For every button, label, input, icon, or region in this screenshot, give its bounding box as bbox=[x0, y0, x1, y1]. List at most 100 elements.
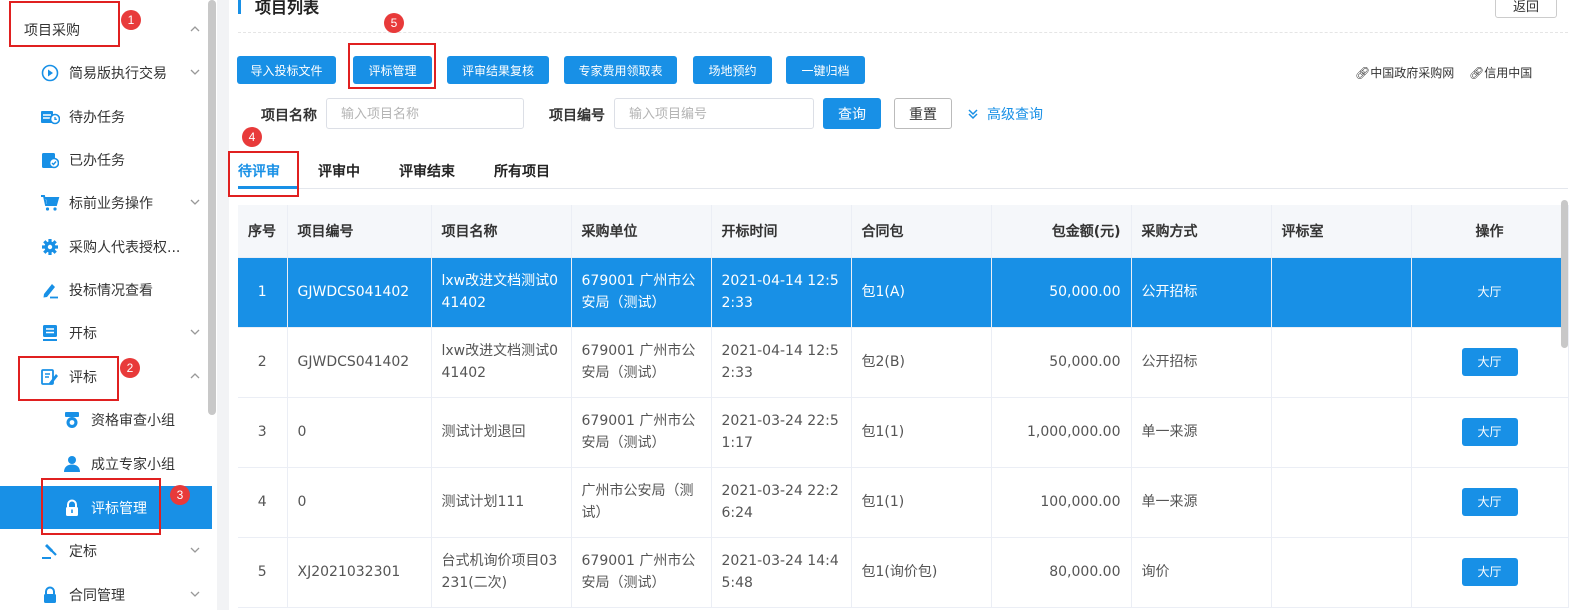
sidebar-item-label: 已办任务 bbox=[69, 152, 125, 169]
annotation-badge-1: 1 bbox=[121, 10, 141, 30]
page-title: 项目列表 bbox=[255, 0, 320, 17]
sidebar-item-pre-bid[interactable]: 标前业务操作 bbox=[0, 181, 212, 224]
table-row[interactable]: 3 0 测试计划退回 679001 广州市公安局（测试） 2021-03-24 … bbox=[238, 397, 1569, 468]
app-root: 项目采购 简易版执行交易 待办任务 已办任务 标前业务操作 采购人代表授权... bbox=[0, 0, 1588, 610]
play-circle-icon bbox=[40, 63, 60, 83]
one-click-archive-button[interactable]: 一键归档 bbox=[786, 56, 865, 84]
annotation-badge-3: 3 bbox=[170, 485, 190, 505]
cell-purchaser: 679001 广州市公安局（测试） bbox=[571, 537, 712, 608]
chevron-up-icon bbox=[190, 373, 200, 379]
sidebar-item-done[interactable]: 已办任务 bbox=[0, 138, 212, 181]
main-content: 项目列表 返回 导入投标文件 评标管理 评审结果复核 专家费用领取表 场地预约 … bbox=[229, 0, 1588, 610]
gear-icon bbox=[40, 237, 60, 257]
edit-icon bbox=[40, 280, 60, 300]
reset-button[interactable]: 重置 bbox=[894, 98, 952, 129]
cell-purchaser: 广州市公安局（测试） bbox=[571, 467, 712, 538]
cell-project-name: 测试计划111 bbox=[431, 467, 572, 538]
column-header: 开标时间 bbox=[711, 205, 852, 258]
hall-button[interactable]: 大厅 bbox=[1461, 418, 1518, 446]
hall-button[interactable]: 大厅 bbox=[1461, 488, 1518, 516]
sidebar-item-award[interactable]: 定标 bbox=[0, 529, 212, 572]
sidebar-item-evaluation[interactable]: 评标 bbox=[0, 355, 212, 398]
column-header: 采购方式 bbox=[1131, 205, 1272, 258]
sidebar-item-todo[interactable]: 待办任务 bbox=[0, 95, 212, 138]
sidebar-item-label: 定标 bbox=[69, 543, 97, 560]
cell-action: 大厅 bbox=[1411, 537, 1569, 608]
sidebar-item-qualification-group[interactable]: 资格审查小组 bbox=[0, 398, 212, 441]
table-row[interactable]: 5 XJ2021032301 台式机询价项目03231(二次) 679001 广… bbox=[238, 537, 1569, 608]
sidebar-item-label: 合同管理 bbox=[69, 587, 125, 604]
evaluate-icon bbox=[40, 367, 60, 387]
cell-room bbox=[1271, 537, 1412, 608]
tab-in-review[interactable]: 评审中 bbox=[318, 161, 360, 181]
import-bid-file-button[interactable]: 导入投标文件 bbox=[237, 56, 336, 84]
sidebar-item-purchaser-auth[interactable]: 采购人代表授权... bbox=[0, 225, 212, 268]
link-icon: 🔗︎ bbox=[1355, 66, 1371, 80]
table-scrollbar[interactable] bbox=[1561, 200, 1568, 348]
review-recheck-button[interactable]: 评审结果复核 bbox=[447, 56, 549, 84]
sidebar-item-label: 投标情况查看 bbox=[69, 282, 153, 299]
tab-pending-review[interactable]: 待评审 bbox=[238, 161, 280, 181]
cell-project-name: 台式机询价项目03231(二次) bbox=[431, 537, 572, 608]
evaluation-management-button[interactable]: 评标管理 bbox=[353, 56, 432, 84]
column-header: 项目编号 bbox=[287, 205, 432, 258]
hall-button[interactable]: 大厅 bbox=[1461, 348, 1518, 376]
project-code-input[interactable] bbox=[614, 98, 814, 129]
advanced-search-link[interactable]: 高级查询 bbox=[967, 104, 1043, 124]
hall-button[interactable]: 大厅 bbox=[1462, 278, 1518, 306]
chevron-down-icon bbox=[190, 69, 200, 75]
table-row[interactable]: 4 0 测试计划111 广州市公安局（测试） 2021-03-24 22:26:… bbox=[238, 467, 1569, 538]
venue-booking-button[interactable]: 场地预约 bbox=[693, 56, 772, 84]
cell-package: 包1(A) bbox=[851, 257, 992, 328]
lock-icon bbox=[62, 498, 82, 518]
tab-review-finished[interactable]: 评审结束 bbox=[399, 161, 455, 181]
sidebar-item-label: 评标 bbox=[69, 369, 97, 386]
tab-all-projects[interactable]: 所有项目 bbox=[494, 161, 550, 181]
project-name-input[interactable] bbox=[326, 98, 524, 129]
annotation-badge-2: 2 bbox=[120, 358, 140, 378]
expert-fee-sheet-button[interactable]: 专家费用领取表 bbox=[564, 56, 677, 84]
cell-action: 大厅 bbox=[1411, 467, 1569, 538]
gavel-icon bbox=[40, 541, 60, 561]
sidebar-item-bid-opening[interactable]: 开标 bbox=[0, 311, 212, 354]
sidebar-item-contract[interactable]: 合同管理 bbox=[0, 573, 212, 610]
cell-open-time: 2021-04-14 12:52:33 bbox=[711, 327, 852, 398]
ccgp-link[interactable]: 🔗︎中国政府采购网 bbox=[1355, 64, 1454, 81]
table-row[interactable]: 2 GJWDCS041402 lxw改进文档测试041402 679001 广州… bbox=[238, 327, 1569, 398]
sidebar-item-label: 待办任务 bbox=[69, 109, 125, 126]
ccgp-link-label: 中国政府采购网 bbox=[1370, 66, 1455, 80]
credit-china-link[interactable]: 🔗︎信用中国 bbox=[1469, 64, 1532, 81]
cell-amount: 100,000.00 bbox=[991, 467, 1132, 538]
credit-china-link-label: 信用中国 bbox=[1484, 66, 1533, 80]
table-header-row: 序号 项目编号 项目名称 采购单位 开标时间 合同包 包金额(元) 采购方式 评… bbox=[238, 205, 1569, 258]
sidebar-item-label: 成立专家小组 bbox=[91, 456, 175, 473]
sidebar-item-simple-trade[interactable]: 简易版执行交易 bbox=[0, 51, 212, 94]
sidebar-scrollbar[interactable] bbox=[208, 0, 216, 415]
back-button[interactable]: 返回 bbox=[1495, 0, 1557, 18]
cell-method: 公开招标 bbox=[1131, 327, 1272, 398]
sidebar-item-label: 项目采购 bbox=[24, 22, 80, 39]
cell-open-time: 2021-03-24 14:45:48 bbox=[711, 537, 852, 608]
cell-action: 大厅 bbox=[1411, 257, 1569, 328]
sidebar-item-label: 资格审查小组 bbox=[91, 412, 175, 429]
query-button[interactable]: 查询 bbox=[823, 98, 881, 129]
cell-index: 1 bbox=[238, 257, 288, 328]
sidebar-item-bid-status[interactable]: 投标情况查看 bbox=[0, 268, 212, 311]
cell-open-time: 2021-03-24 22:51:17 bbox=[711, 397, 852, 468]
sidebar-item-label: 采购人代表授权... bbox=[69, 239, 181, 256]
sidebar-item-label: 标前业务操作 bbox=[69, 195, 153, 212]
cell-room bbox=[1271, 467, 1412, 538]
cell-amount: 80,000.00 bbox=[991, 537, 1132, 608]
cell-project-code: XJ2021032301 bbox=[287, 537, 432, 608]
cell-index: 5 bbox=[238, 537, 288, 608]
cell-project-name: 测试计划退回 bbox=[431, 397, 572, 468]
cell-project-name: lxw改进文档测试041402 bbox=[431, 257, 572, 328]
sidebar-item-project-procurement[interactable]: 项目采购 bbox=[0, 8, 212, 51]
link-icon: 🔗︎ bbox=[1469, 66, 1485, 80]
table-row[interactable]: 1 GJWDCS041402 lxw改进文档测试041402 679001 广州… bbox=[238, 257, 1569, 328]
sidebar-item-expert-group[interactable]: 成立专家小组 bbox=[0, 442, 212, 485]
hall-button[interactable]: 大厅 bbox=[1461, 558, 1518, 586]
sidebar-item-label: 简易版执行交易 bbox=[69, 65, 167, 82]
project-table: 序号 项目编号 项目名称 采购单位 开标时间 合同包 包金额(元) 采购方式 评… bbox=[238, 205, 1569, 608]
lock-icon bbox=[40, 585, 60, 605]
